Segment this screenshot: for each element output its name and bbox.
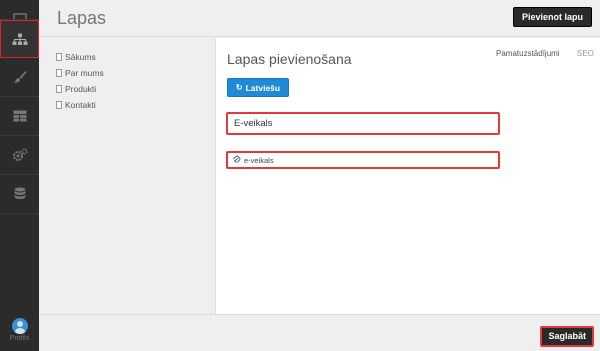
page-title: Lapas xyxy=(57,8,107,28)
refresh-icon: ↻ xyxy=(235,83,243,92)
page-tree: Sākums Par mums Produkti Kontakti xyxy=(39,38,216,314)
tree-item-label: Produkti xyxy=(65,84,97,94)
language-button[interactable]: ↻ Latviešu xyxy=(227,78,289,97)
sidebar-item-design[interactable] xyxy=(0,58,39,96)
tree-item-contacts[interactable]: Kontakti xyxy=(56,99,96,111)
sidebar-item-settings[interactable] xyxy=(0,136,39,174)
link-icon xyxy=(232,155,241,166)
tab-basic-settings[interactable]: Pamatuzstādījumi xyxy=(496,49,560,58)
page-editor: Lapas pievienošana Pamatuzstādījumi SEO … xyxy=(216,38,600,314)
sidebar-item-database[interactable] xyxy=(0,175,39,213)
page-title-input[interactable]: E-veikals xyxy=(226,112,500,135)
page-slug-input[interactable]: e-veikals xyxy=(226,151,500,169)
profile-label: Profils xyxy=(9,335,30,342)
tree-item-products[interactable]: Produkti xyxy=(56,83,96,95)
page-slug-value: e-veikals xyxy=(244,155,274,165)
tree-item-about[interactable]: Par mums xyxy=(56,67,104,79)
document-icon xyxy=(56,69,62,77)
sidebar-item-modules[interactable] xyxy=(0,97,39,135)
document-icon xyxy=(56,101,62,109)
brush-icon xyxy=(13,71,26,83)
page-title-value: E-veikals xyxy=(234,118,273,129)
footer-bar: Saglabāt xyxy=(39,314,600,351)
tree-item-home[interactable]: Sākums xyxy=(56,51,96,63)
tab-seo[interactable]: SEO xyxy=(577,49,594,58)
profile-link[interactable]: Profils xyxy=(0,312,39,351)
tree-item-label: Kontakti xyxy=(65,100,96,110)
layout-icon xyxy=(13,110,26,122)
document-icon xyxy=(56,53,62,61)
avatar xyxy=(11,318,28,334)
gears-icon xyxy=(12,148,28,162)
main-sidebar: Profils xyxy=(0,0,39,351)
add-page-button[interactable]: Pievienot lapu xyxy=(512,7,592,27)
database-icon xyxy=(14,187,25,199)
document-icon xyxy=(56,85,62,93)
tree-item-label: Sākums xyxy=(65,52,96,62)
save-button[interactable]: Saglabāt xyxy=(540,326,594,347)
language-label: Latviešu xyxy=(245,82,281,93)
sidebar-item-pages[interactable] xyxy=(0,20,39,58)
form-title: Lapas pievienošana xyxy=(227,51,352,67)
header: Lapas Pievienot lapu xyxy=(39,0,600,37)
tree-item-label: Par mums xyxy=(65,68,104,78)
sitemap-icon xyxy=(12,33,27,45)
